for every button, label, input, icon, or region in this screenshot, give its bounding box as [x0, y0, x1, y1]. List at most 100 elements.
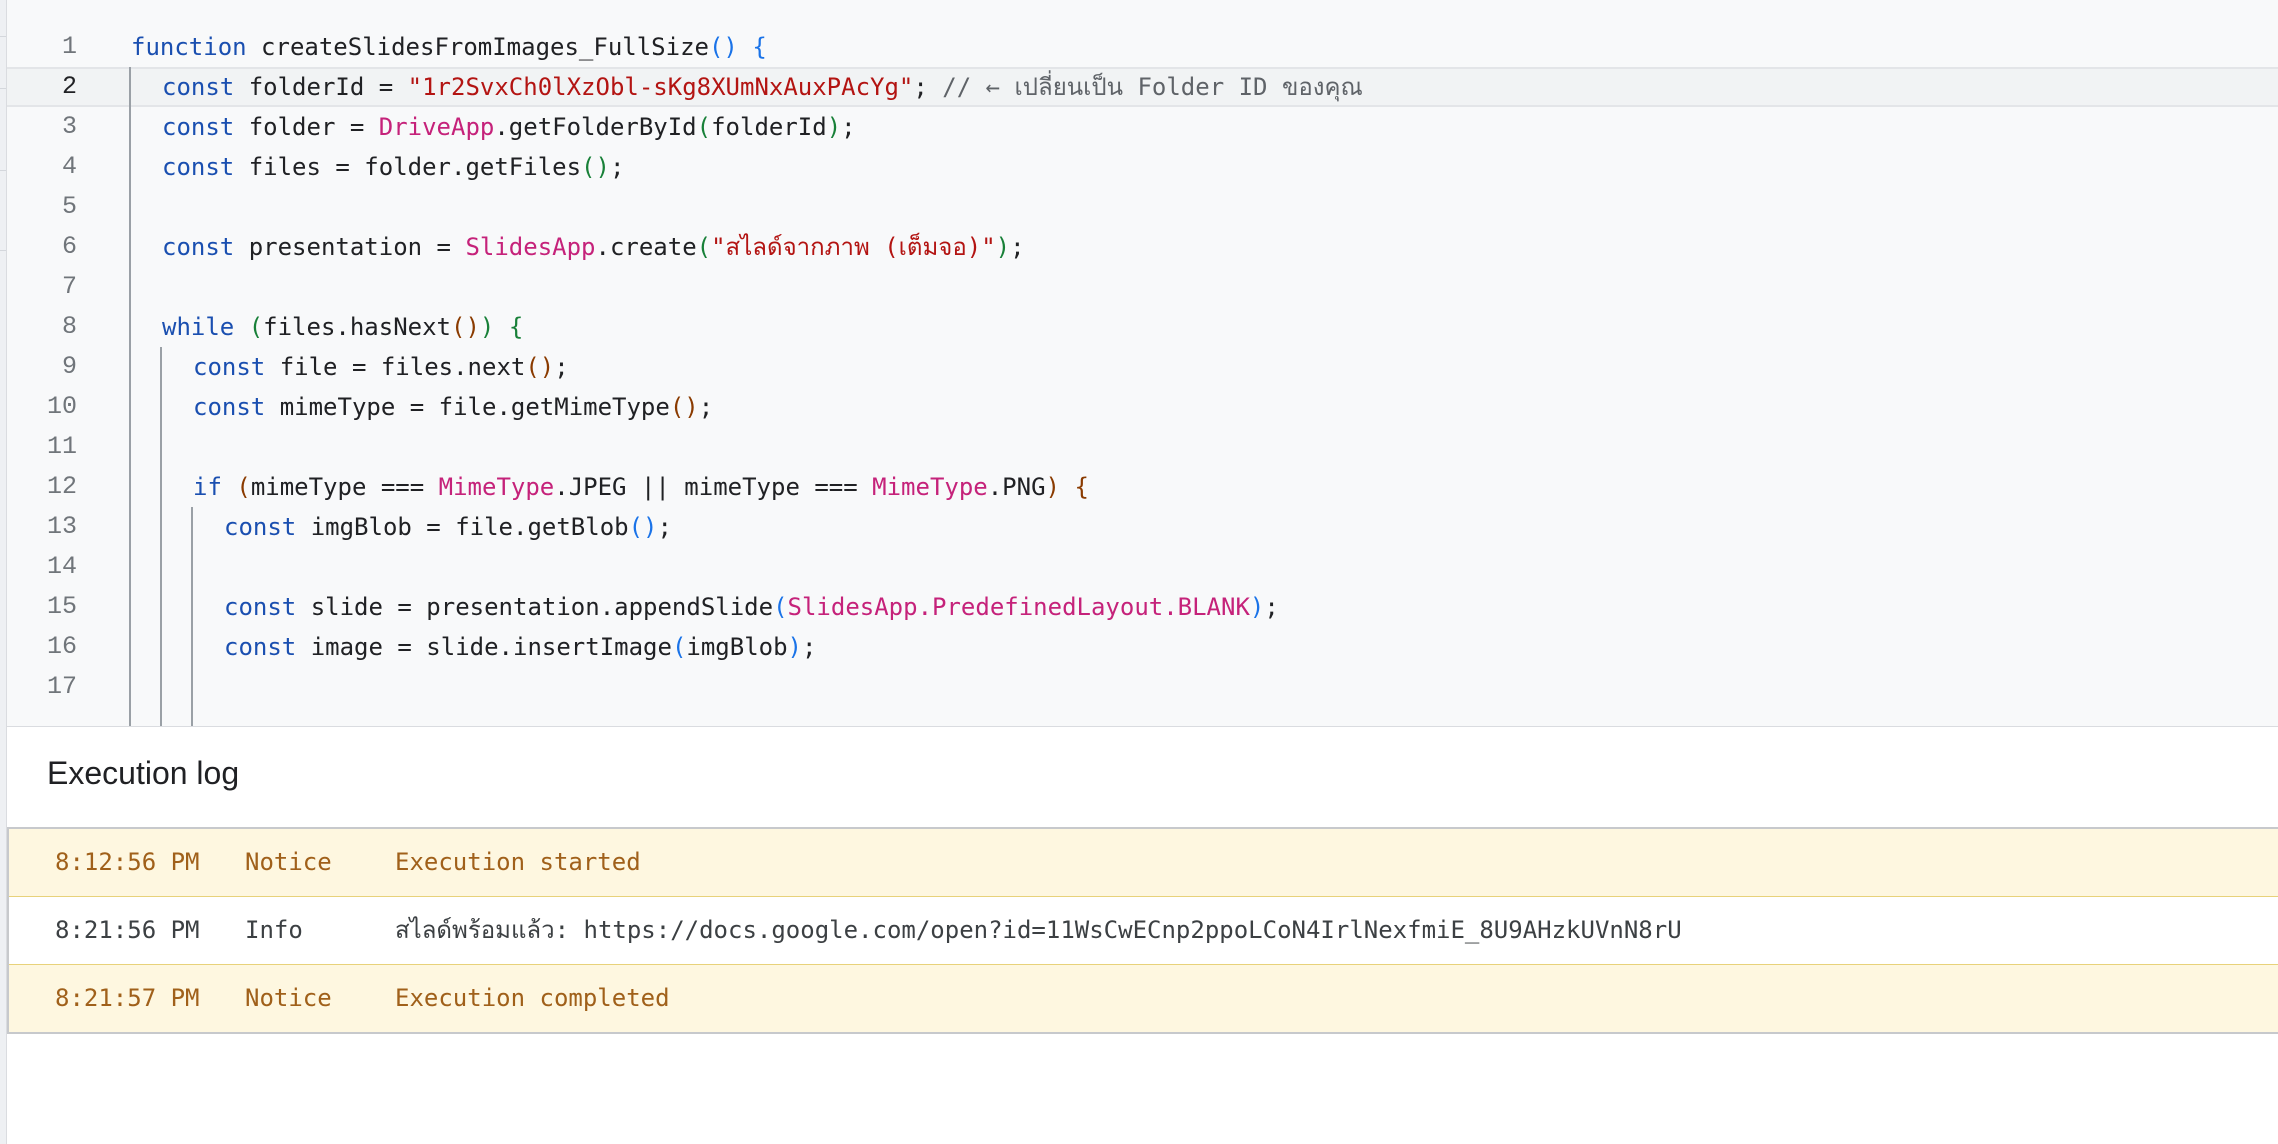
code-line[interactable]: 11 — [7, 427, 2278, 467]
code-line[interactable]: 16 const image = slide.insertImage(imgBlo… — [7, 627, 2278, 667]
code-token: ; — [1010, 233, 1025, 261]
code-token: .getFolderById — [494, 113, 697, 141]
code-text: const folderId = "1r2SvxCh0lXzObl-sKg8XU… — [162, 69, 1363, 105]
code-token: MimeType — [872, 473, 988, 501]
code-token: ( — [696, 113, 712, 141]
code-line[interactable]: 2 const folderId = "1r2SvxCh0lXzObl-sKg8X… — [7, 67, 2278, 107]
code-token: .create — [595, 233, 697, 261]
code-line[interactable]: 10 const mimeType = file.getMimeType(); — [7, 387, 2278, 427]
code-text: const folder = DriveApp.getFolderById(fo… — [162, 107, 856, 147]
code-text: function createSlidesFromImages_FullSize… — [131, 27, 767, 67]
code-line[interactable]: 8 while (files.hasNext()) { — [7, 307, 2278, 347]
code-text: const files = folder.getFiles(); — [162, 147, 624, 187]
code-line[interactable]: 15 const slide = presentation.appendSlide… — [7, 587, 2278, 627]
line-number: 4 — [61, 152, 77, 181]
code-line[interactable]: 6 const presentation = SlidesApp.create("… — [7, 227, 2278, 267]
log-message: สไลด์พร้อมแล้ว: https://docs.google.com/… — [395, 916, 1682, 944]
line-number: 8 — [61, 312, 77, 341]
code-token: const — [162, 233, 235, 261]
code-token: () — [628, 513, 658, 541]
code-token: SlidesApp — [465, 233, 596, 261]
code-line[interactable]: 13 const imgBlob = file.getBlob(); — [7, 507, 2278, 547]
code-token: mimeType = file.getMimeType — [279, 393, 670, 421]
code-token: ; — [1264, 593, 1279, 621]
line-number: 11 — [46, 432, 77, 461]
indent-guide — [160, 347, 162, 726]
code-token: const — [162, 153, 235, 181]
code-token: slide = presentation.appendSlide — [310, 593, 774, 621]
line-number: 1 — [61, 32, 77, 61]
code-token: ; — [657, 513, 672, 541]
code-token: folderId — [711, 113, 827, 141]
code-token: imgBlob = file.getBlob — [310, 513, 629, 541]
code-token: const — [193, 393, 266, 421]
indent-guide — [191, 507, 193, 726]
code-token: const — [224, 633, 297, 661]
line-number: 9 — [61, 352, 77, 381]
code-line[interactable]: 1 function createSlidesFromImages_FullSiz… — [7, 27, 2278, 67]
code-token: presentation = — [248, 233, 466, 261]
code-token: "1r2SvxCh0lXzObl-sKg8XUmNxAuxPAcYg" — [407, 73, 914, 101]
code-token: ( — [696, 233, 712, 261]
code-editor[interactable]: 1 function createSlidesFromImages_FullSiz… — [7, 0, 2278, 727]
code-token: ) — [826, 113, 842, 141]
indent-guide — [129, 67, 131, 726]
code-token: ; — [802, 633, 817, 661]
code-token: while — [162, 313, 235, 341]
code-token: ; — [841, 113, 856, 141]
code-token: const — [224, 593, 297, 621]
code-line[interactable]: 3 const folder = DriveApp.getFolderById(f… — [7, 107, 2278, 147]
code-token: ; — [698, 393, 714, 421]
code-text: const imgBlob = file.getBlob(); — [224, 507, 672, 547]
log-time: 8:21:56 PM — [55, 916, 200, 944]
log-row[interactable]: 8:12:56 PM Notice Execution started — [9, 829, 2278, 897]
code-token: ) — [995, 233, 1011, 261]
code-token: ( — [236, 473, 251, 501]
line-number: 6 — [61, 232, 77, 261]
line-number: 7 — [61, 272, 77, 301]
left-edge-strip — [0, 0, 7, 1144]
log-level: Notice — [245, 984, 332, 1012]
execution-log-panel: Execution log 8:12:56 PM Notice Execution … — [7, 727, 2278, 1144]
code-token: ) — [479, 313, 495, 341]
code-token: DriveApp — [378, 113, 495, 141]
line-number: 17 — [46, 672, 77, 701]
code-text: const mimeType = file.getMimeType(); — [193, 387, 713, 427]
code-token: { — [1074, 473, 1089, 501]
log-row[interactable]: 8:21:56 PM Info สไลด์พร้อมแล้ว: https://do… — [9, 897, 2278, 965]
line-number: 10 — [46, 392, 77, 421]
log-row[interactable]: 8:21:57 PM Notice Execution completed — [9, 965, 2278, 1032]
code-line[interactable]: 5 — [7, 187, 2278, 227]
code-token: const — [193, 353, 266, 381]
code-token: .PNG — [987, 473, 1046, 501]
code-line[interactable]: 7 — [7, 267, 2278, 307]
code-line[interactable]: 14 — [7, 547, 2278, 587]
code-text: if (mimeType === MimeType.JPEG || mimeTy… — [193, 467, 1089, 507]
code-token: files = folder.getFiles — [248, 153, 582, 181]
line-number: 2 — [61, 72, 77, 101]
code-token: files.hasNext — [263, 313, 451, 341]
code-token: ) — [1045, 473, 1060, 501]
code-token: folder = — [248, 113, 379, 141]
log-time: 8:12:56 PM — [55, 848, 200, 876]
code-line[interactable]: 12 if (mimeType === MimeType.JPEG || mime… — [7, 467, 2278, 507]
code-line[interactable]: 9 const file = files.next(); — [7, 347, 2278, 387]
code-token: ; — [913, 73, 928, 101]
code-token: ) — [787, 633, 802, 661]
line-number: 16 — [46, 632, 77, 661]
code-text: const slide = presentation.appendSlide(S… — [224, 587, 1279, 627]
code-text: const file = files.next(); — [193, 347, 569, 387]
code-line[interactable]: 17 — [7, 667, 2278, 707]
code-token: imgBlob — [686, 633, 788, 661]
log-level: Notice — [245, 848, 332, 876]
code-token: ( — [248, 313, 264, 341]
code-line[interactable]: 4 const files = folder.getFiles(); — [7, 147, 2278, 187]
code-token: ; — [554, 353, 569, 381]
code-text: const presentation = SlidesApp.create("ส… — [162, 227, 1025, 267]
code-token: || mimeType === — [626, 473, 873, 501]
code-token: { — [508, 313, 524, 341]
log-message: Execution completed — [395, 984, 670, 1012]
line-number: 13 — [46, 512, 77, 541]
code-token: ( — [671, 633, 687, 661]
line-number: 5 — [61, 192, 77, 221]
